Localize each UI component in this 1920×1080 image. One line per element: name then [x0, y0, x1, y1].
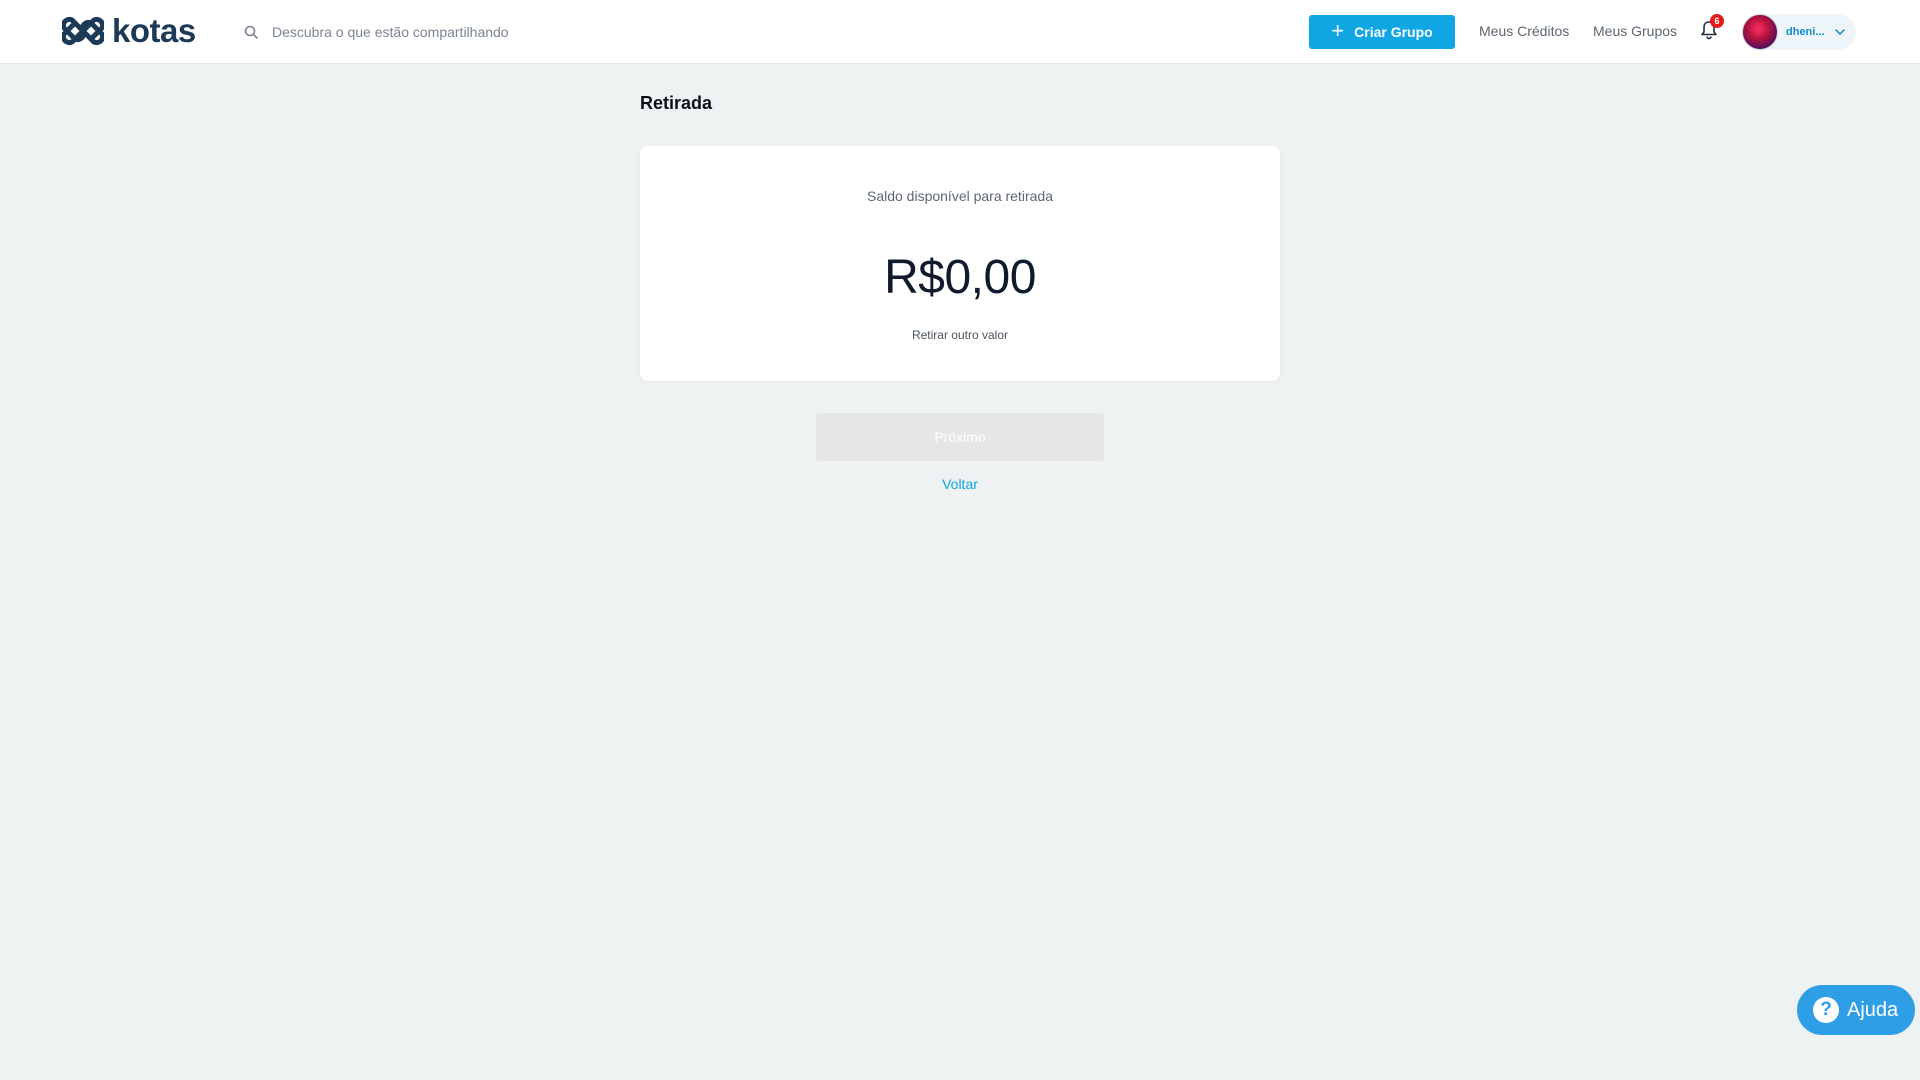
search-icon [244, 25, 258, 39]
avatar [1742, 14, 1778, 50]
withdraw-other-amount-link[interactable]: Retirar outro valor [640, 328, 1280, 342]
top-navbar: kotas + Criar Grupo Meus Créditos Meus G… [0, 0, 1920, 64]
balance-label: Saldo disponível para retirada [866, 188, 1053, 204]
notifications-button[interactable]: 6 [1700, 14, 1724, 42]
back-link[interactable]: Voltar [816, 476, 1104, 492]
user-menu[interactable]: dheni... [1742, 14, 1856, 50]
question-icon: ? [1813, 997, 1839, 1023]
help-label: Ajuda [1847, 998, 1899, 1021]
balance-amount: R$0,00 [884, 251, 1036, 304]
create-group-button[interactable]: + Criar Grupo [1309, 15, 1455, 49]
brand-name: kotas [112, 12, 196, 49]
nav-my-groups[interactable]: Meus Grupos [1593, 23, 1677, 39]
nav-my-credits[interactable]: Meus Créditos [1479, 23, 1569, 39]
search-bar [244, 20, 692, 44]
balance-card: Saldo disponível para retirada R$0,00 Re… [640, 146, 1280, 381]
notification-count-badge: 6 [1710, 14, 1724, 28]
search-input[interactable] [272, 24, 692, 40]
next-button[interactable]: Próximo [816, 413, 1104, 461]
create-group-label: Criar Grupo [1354, 24, 1433, 40]
page-title: Retirada [640, 93, 713, 113]
user-name: dheni... [1786, 26, 1825, 38]
plus-icon: + [1331, 18, 1345, 43]
kotas-logo[interactable]: kotas [62, 10, 196, 52]
kotas-logo-icon [62, 16, 104, 46]
help-button[interactable]: ? Ajuda [1797, 985, 1915, 1035]
chevron-down-icon [1834, 29, 1845, 35]
